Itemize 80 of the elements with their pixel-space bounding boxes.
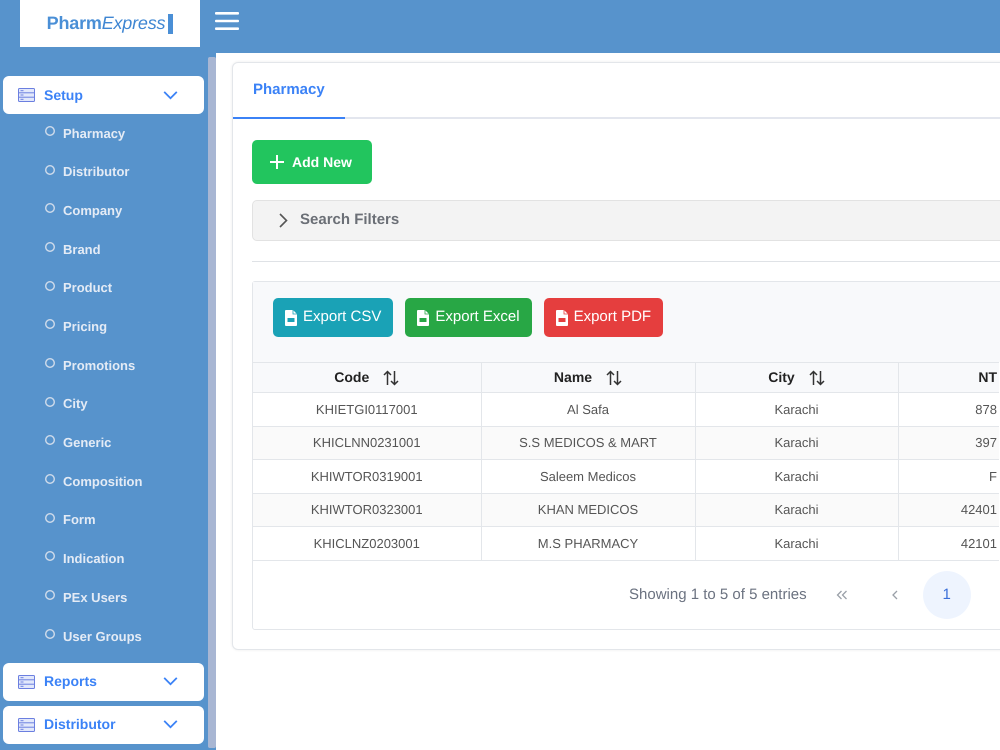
column-header[interactable]: Name <box>481 362 695 392</box>
circle-icon <box>45 358 55 368</box>
table-cell: M.S PHARMACY <box>481 526 695 560</box>
plus-icon <box>270 155 284 169</box>
chevron-right-icon <box>279 213 288 228</box>
table-cell: KHIETGI0117001 <box>253 392 481 426</box>
circle-icon <box>45 551 55 562</box>
circle-icon <box>45 628 55 639</box>
table-cell: KHAN MEDICOS <box>481 493 695 527</box>
table-cell: 42101 <box>898 526 999 560</box>
sidebar-item[interactable]: Company <box>3 191 204 230</box>
sidebar-item[interactable]: Brand <box>3 230 204 269</box>
add-new-button[interactable]: Add New <box>252 140 372 184</box>
circle-icon <box>45 203 55 214</box>
tab[interactable]: Pharmacy <box>233 63 345 119</box>
circle-icon <box>45 590 55 600</box>
table-cell: KHIWTOR0319001 <box>253 460 481 494</box>
file-icon <box>417 310 430 326</box>
table-cell: S.S MEDICOS & MART <box>481 426 695 460</box>
sidebar-item[interactable]: Form <box>3 500 204 540</box>
circle-icon <box>45 242 55 252</box>
sidebar-item[interactable]: PEx Users <box>3 578 204 617</box>
sidebar-item[interactable]: Indication <box>3 540 204 578</box>
table-cell: KHICLNN0231001 <box>253 426 481 460</box>
circle-icon <box>45 164 55 175</box>
sidebar-group-button[interactable]: Reports <box>3 662 204 701</box>
table-cell: Saleem Medicos <box>481 460 695 494</box>
sidebar-group-button[interactable]: Distributor <box>3 706 204 744</box>
export-button[interactable]: Export CSV <box>273 298 394 337</box>
list-icon <box>18 674 35 689</box>
table-cell: Al Safa <box>481 392 695 426</box>
file-icon <box>285 310 297 326</box>
double-chevron-left-icon <box>836 590 848 600</box>
table-cell: Karachi <box>695 493 898 527</box>
export-button[interactable]: Export Excel <box>405 298 532 337</box>
chevron-down-icon <box>163 90 178 100</box>
chevron-left-icon <box>892 590 898 600</box>
chevron-down-icon <box>163 720 178 730</box>
table-cell: Karachi <box>695 426 898 460</box>
table-cell: Karachi <box>695 460 898 494</box>
chevron-down-icon <box>163 677 178 686</box>
circle-icon <box>45 435 55 446</box>
circle-icon <box>45 512 55 523</box>
table-cell: KHIWTOR0323001 <box>253 493 481 527</box>
table-cell: 397 <box>898 426 999 460</box>
circle-icon <box>45 474 55 484</box>
menu-button[interactable] <box>214 10 240 32</box>
circle-icon <box>45 280 55 291</box>
table-cell: Karachi <box>695 526 898 560</box>
table-cell: Karachi <box>695 392 898 426</box>
sidebar-item[interactable]: Pharmacy <box>3 114 204 153</box>
page-button[interactable]: 1 <box>922 570 971 619</box>
table-cell: KHICLNZ0203001 <box>253 526 481 560</box>
circle-icon <box>45 126 55 136</box>
search-filters-bar[interactable]: Search Filters <box>252 200 1000 241</box>
sidebar-item[interactable]: Generic <box>3 424 204 462</box>
sidebar-scrollbar[interactable] <box>208 57 216 748</box>
table-cell: F <box>898 460 999 494</box>
column-header: NT <box>898 362 999 392</box>
column-header[interactable]: City <box>695 362 898 392</box>
app-logo: PharmExpress <box>20 0 200 47</box>
sidebar-item[interactable]: City <box>3 384 204 424</box>
sidebar-item[interactable]: Composition <box>3 462 204 501</box>
circle-icon <box>45 319 55 330</box>
table-cell: 42401 <box>898 493 999 527</box>
sidebar-item[interactable]: Product <box>3 268 204 308</box>
circle-icon <box>45 396 55 407</box>
list-icon <box>18 88 35 102</box>
table-cell: 878 <box>898 392 999 426</box>
menu-icon <box>215 12 239 30</box>
sidebar-group-button[interactable]: Setup <box>3 76 204 114</box>
sidebar-item[interactable]: Distributor <box>3 152 204 192</box>
file-icon <box>556 310 568 326</box>
pagination-info: Showing 1 to 5 of 5 entries <box>629 584 807 605</box>
sidebar-item[interactable]: Pricing <box>3 307 204 346</box>
sidebar-item[interactable]: Promotions <box>3 346 204 385</box>
export-button[interactable]: Export PDF <box>544 298 664 337</box>
column-header[interactable]: Code <box>253 362 481 392</box>
list-icon <box>18 718 35 732</box>
sidebar-item[interactable]: User Groups <box>3 616 204 656</box>
